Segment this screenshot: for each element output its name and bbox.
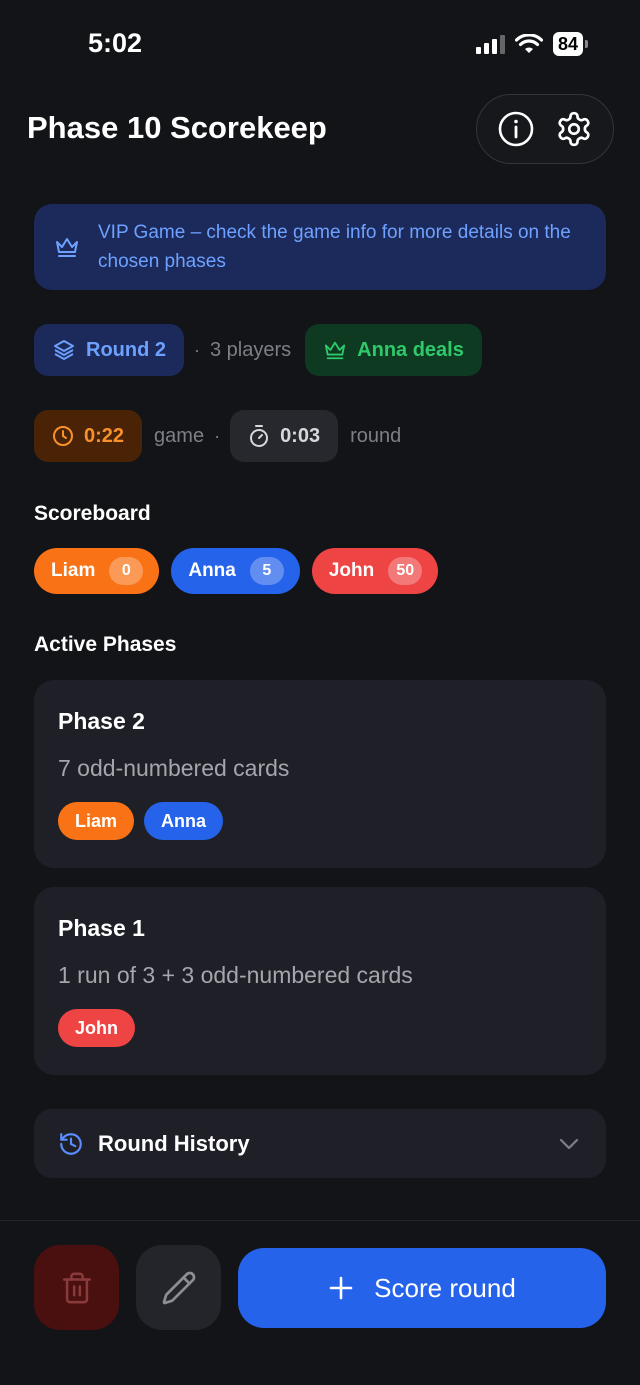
status-bar: 5:02 84: [0, 0, 640, 90]
divider: [0, 1220, 640, 1221]
scoreboard-title: Scoreboard: [34, 502, 151, 525]
round-info-row: Round 2 · 3 players Anna deals: [34, 324, 482, 376]
vip-banner[interactable]: VIP Game – check the game info for more …: [34, 204, 606, 290]
history-icon: [60, 1132, 82, 1155]
score-round-button[interactable]: Score round: [238, 1248, 606, 1328]
phase-title: Phase 1: [58, 915, 145, 941]
edit-game-button[interactable]: [136, 1245, 221, 1330]
status-time: 5:02: [88, 28, 143, 58]
layers-icon: [54, 340, 74, 360]
header-actions: [476, 94, 614, 164]
gear-icon: [558, 111, 590, 147]
active-phases-title: Active Phases: [34, 633, 177, 656]
chevron-down-icon: [559, 1138, 579, 1149]
timers-row: 0:22 game · 0:03 round: [34, 410, 401, 462]
score-pill-liam[interactable]: Liam 0: [34, 548, 160, 594]
players-count: 3 players: [210, 338, 292, 361]
page-title: Phase 10 Scorekeep: [27, 110, 327, 145]
game-timer-chip: 0:22: [34, 410, 143, 462]
round-history-toggle[interactable]: Round History: [34, 1109, 606, 1178]
round-time: 0:03: [280, 424, 321, 447]
dealer-chip: Anna deals: [305, 324, 482, 376]
score-pill-john[interactable]: John 50: [311, 548, 439, 594]
phase-players: John: [58, 1009, 582, 1047]
battery-level: 84: [552, 32, 583, 56]
game-time-label: game: [154, 424, 205, 447]
phase-title: Phase 2: [58, 708, 145, 734]
crown-icon: [325, 341, 346, 360]
player-tag: John: [58, 1009, 135, 1047]
round-time-label: round: [350, 424, 402, 447]
pencil-icon: [162, 1271, 195, 1304]
crown-icon: [54, 235, 82, 259]
scoreboard: Liam 0 Anna 5 John 50: [34, 548, 439, 594]
player-tag: Liam: [58, 802, 135, 840]
vip-banner-text: VIP Game – check the game info for more …: [98, 222, 571, 272]
delete-game-button[interactable]: [34, 1245, 119, 1330]
phase-card[interactable]: Phase 2 7 odd-numbered cards Liam Anna: [34, 680, 606, 868]
trash-icon: [62, 1272, 91, 1303]
round-label: Round 2: [86, 338, 166, 361]
player-tag: Anna: [144, 802, 224, 840]
player-score: 0: [109, 557, 144, 585]
score-round-label: Score round: [374, 1272, 516, 1303]
battery-icon: 84: [552, 32, 588, 56]
status-icons: 84: [475, 32, 588, 56]
round-history-label: Round History: [98, 1130, 250, 1156]
info-button[interactable]: [494, 107, 538, 151]
round-timer-chip: 0:03: [230, 410, 339, 462]
player-name: Anna: [188, 560, 236, 581]
player-name: Liam: [51, 560, 96, 581]
clock-icon: [53, 426, 73, 446]
settings-button[interactable]: [552, 107, 596, 151]
game-time: 0:22: [84, 424, 125, 447]
stopwatch-icon: [250, 425, 269, 447]
info-icon: [498, 111, 534, 147]
cellular-signal-icon: [475, 34, 505, 54]
plus-icon: [329, 1276, 353, 1300]
dealer-label: Anna deals: [357, 338, 464, 361]
player-score: 50: [388, 557, 423, 585]
separator: ·: [214, 425, 221, 446]
phase-description: 7 odd-numbered cards: [58, 755, 290, 781]
phase-card[interactable]: Phase 1 1 run of 3 + 3 odd-numbered card…: [34, 887, 606, 1075]
player-score: 5: [249, 557, 284, 585]
score-pill-anna[interactable]: Anna 5: [171, 548, 300, 594]
player-name: John: [328, 560, 375, 581]
phase-description: 1 run of 3 + 3 odd-numbered cards: [58, 962, 413, 988]
wifi-icon: [514, 33, 543, 53]
phase-players: Liam Anna: [58, 802, 582, 840]
separator: ·: [194, 339, 200, 360]
round-chip: Round 2: [34, 324, 184, 376]
